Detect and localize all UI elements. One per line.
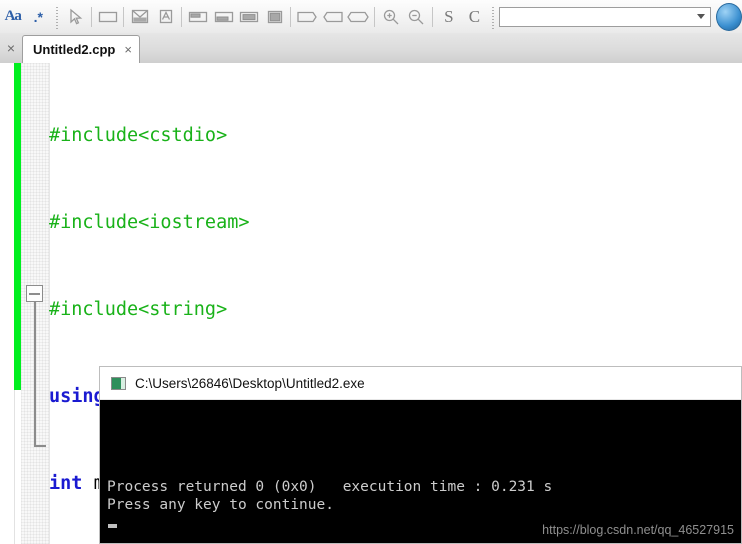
console-line-press-any-key: Press any key to continue.	[107, 497, 334, 513]
console-app-icon	[111, 376, 126, 390]
toolbar-combo-box[interactable]	[498, 6, 711, 27]
letter-c-icon[interactable]: C	[462, 4, 488, 30]
font-aa-glyph: Aa	[4, 8, 22, 24]
code-line-3: #include<string>	[49, 295, 350, 324]
font-aa-icon[interactable]: Aa	[0, 4, 26, 30]
fill-solid-icon[interactable]	[262, 4, 288, 30]
editor-left-rail	[0, 63, 15, 544]
console-output[interactable]: Process returned 0 (0x0) execution time …	[100, 400, 741, 543]
align-center-icon[interactable]	[236, 4, 262, 30]
console-title-bar[interactable]: C:\Users\26846\Desktop\Untitled2.exe	[100, 367, 741, 400]
toolbar-separator-2	[123, 6, 125, 27]
application-window: Aa .* S C × Untitled2.cpp × #include<cst…	[0, 0, 742, 544]
toolbar-grip-2[interactable]	[490, 4, 496, 29]
code-token-int: int	[49, 473, 83, 494]
regex-dotstar-icon[interactable]: .*	[26, 4, 52, 30]
letter-s-glyph: S	[444, 6, 454, 26]
watermark-text: https://blog.csdn.net/qq_46527915	[542, 523, 734, 537]
letter-c-glyph: C	[468, 6, 481, 26]
tab-label: Untitled2.cpp	[33, 42, 116, 57]
blue-orb-icon[interactable]	[716, 2, 742, 31]
code-token-include-string: #include<string>	[49, 299, 228, 320]
envelope-icon[interactable]	[127, 4, 153, 30]
toolbar-separator-5	[374, 6, 376, 27]
tab-close-icon[interactable]: ×	[124, 42, 132, 57]
page-icon[interactable]	[153, 4, 179, 30]
zoom-in-icon[interactable]	[378, 4, 404, 30]
toolbar-separator-6	[432, 6, 434, 27]
zoom-out-icon[interactable]	[404, 4, 430, 30]
toolbar-separator-3	[181, 6, 183, 27]
chevron-down-icon	[696, 14, 705, 19]
code-token-include-cstdio: #include<cstdio>	[49, 125, 228, 146]
toolbar-separator-4	[290, 6, 292, 27]
align-bottom-left-icon[interactable]	[211, 4, 237, 30]
code-token-include-iostream: #include<iostream>	[49, 212, 250, 233]
pointer-select-icon[interactable]	[63, 4, 89, 30]
regex-dotstar-glyph: .*	[33, 8, 43, 25]
code-token-using: using	[49, 386, 105, 407]
rectangle-icon[interactable]	[95, 4, 121, 30]
fold-collapse-toggle[interactable]	[26, 285, 43, 302]
align-top-left-icon[interactable]	[185, 4, 211, 30]
fold-range-line	[34, 302, 36, 447]
expand-both-icon[interactable]	[345, 4, 371, 30]
console-cursor	[108, 524, 117, 528]
code-line-2: #include<iostream>	[49, 208, 350, 237]
close-all-tabs-icon[interactable]: ×	[2, 39, 20, 57]
console-line-process-returned: Process returned 0 (0x0) execution time …	[107, 479, 553, 495]
console-window[interactable]: C:\Users\26846\Desktop\Untitled2.exe Pro…	[99, 366, 742, 544]
folding-gutter[interactable]	[21, 63, 50, 544]
fold-range-end	[34, 445, 46, 447]
toolbar-separator-1	[91, 6, 92, 27]
code-line-1: #include<cstdio>	[49, 121, 350, 150]
letter-s-icon[interactable]: S	[436, 4, 462, 30]
toolbar: Aa .* S C	[0, 0, 742, 34]
modified-lines-marker	[14, 63, 21, 390]
toolbar-grip-1[interactable]	[54, 4, 60, 29]
tab-bar: × Untitled2.cpp ×	[0, 33, 742, 64]
console-title-text: C:\Users\26846\Desktop\Untitled2.exe	[135, 375, 365, 391]
tab-untitled2-cpp[interactable]: Untitled2.cpp ×	[22, 35, 140, 63]
shrink-left-icon[interactable]	[320, 4, 346, 30]
grow-right-icon[interactable]	[294, 4, 320, 30]
